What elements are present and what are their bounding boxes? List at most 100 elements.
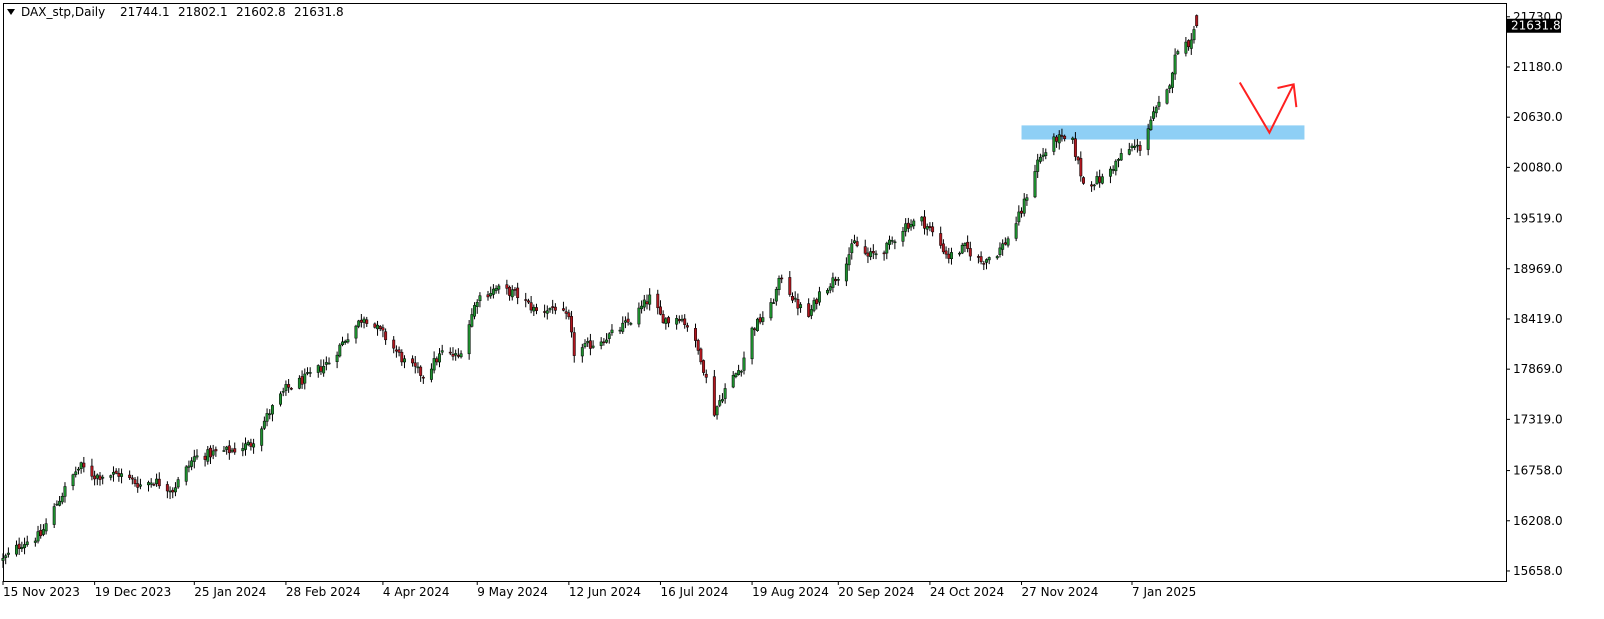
candle-body [260, 428, 264, 446]
candle-body [998, 247, 1002, 255]
candle-body [195, 455, 199, 458]
candle-body [812, 300, 816, 311]
candle-body [52, 506, 56, 525]
candle-body [281, 391, 285, 393]
candle-body [1003, 242, 1007, 245]
candle-body [607, 333, 611, 339]
candle-body [209, 447, 212, 458]
candle-body [715, 406, 719, 416]
candle-body [976, 256, 980, 258]
candle-body [1055, 136, 1059, 142]
candle-body [637, 307, 641, 325]
candle-body [173, 487, 177, 493]
candle-body [440, 350, 444, 353]
candle-body [357, 320, 361, 327]
candle-body [583, 343, 587, 347]
candle-body [1041, 154, 1045, 157]
candle-body [826, 290, 829, 294]
candle-body [1135, 144, 1139, 147]
candle-body [101, 476, 105, 479]
candle-body [888, 239, 891, 245]
candle-body [322, 365, 326, 374]
candle-body [1060, 135, 1064, 137]
candle-body [1092, 184, 1096, 187]
candle-body [233, 448, 237, 453]
candle-body [262, 420, 266, 429]
price-chart[interactable]: DAX_stp,Daily 21744.1 21802.1 21602.8 21… [0, 0, 1604, 619]
candle-body [1111, 169, 1115, 171]
candle-body [610, 329, 614, 334]
candle-body [777, 278, 781, 290]
candle-body [297, 377, 301, 389]
candle-body [796, 299, 800, 309]
candle-body [206, 449, 210, 462]
candle-body [605, 339, 609, 343]
candle-body [60, 496, 64, 503]
candle-body [36, 531, 40, 542]
candle-body [968, 248, 972, 257]
candle-body [79, 462, 83, 469]
x-tick-label: 25 Jan 2024 [194, 585, 266, 599]
candle-body [491, 288, 495, 295]
candle [699, 347, 703, 365]
candle-body [645, 301, 649, 305]
candle-body [987, 257, 991, 261]
candle-body [343, 340, 347, 343]
candle-body [985, 259, 988, 263]
symbol-label: DAX_stp,Daily [21, 5, 105, 19]
candle-body [548, 308, 552, 311]
candle-body [246, 441, 250, 445]
candle-body [694, 328, 697, 341]
candle-body [1095, 176, 1099, 185]
y-tick-label: 18969.0 [1513, 262, 1563, 276]
candle-body [532, 306, 536, 312]
candle-body [82, 462, 86, 468]
x-tick-label: 27 Nov 2024 [1022, 585, 1099, 599]
candle-body [702, 360, 706, 373]
candle-body [190, 460, 194, 467]
candle-body [1192, 29, 1196, 41]
candle-body [720, 399, 724, 402]
candle-body [1149, 119, 1153, 130]
candle-body [516, 287, 520, 299]
candle-body [25, 541, 29, 545]
candle-body [1044, 152, 1048, 156]
candle-body [931, 226, 935, 233]
candle-body [6, 552, 10, 555]
ohlc-close: 21631.8 [294, 5, 344, 19]
candle-body [906, 222, 910, 229]
candle-body [203, 455, 207, 460]
candle-body [602, 341, 606, 344]
candle-body [772, 302, 776, 304]
candle-body [316, 365, 320, 373]
candle-body [486, 294, 490, 298]
candle-body [912, 220, 916, 227]
candle-body [454, 353, 458, 356]
candle-body [1157, 101, 1161, 107]
candle-body [629, 323, 633, 325]
candle-body [1025, 197, 1029, 201]
candle-body [1, 558, 5, 561]
candle-body [928, 226, 932, 228]
candle-body [704, 373, 708, 378]
candle-body [1176, 51, 1180, 55]
candle-body [432, 358, 436, 371]
candle-body [758, 317, 762, 323]
candle-body [362, 318, 366, 323]
candle-body [489, 293, 493, 297]
candle-body [661, 314, 665, 323]
candle-body [308, 372, 312, 374]
candle-body [473, 305, 477, 317]
candle-body [623, 320, 627, 323]
y-tick-label: 16758.0 [1513, 464, 1563, 478]
candle-body [44, 523, 48, 532]
candle [1082, 176, 1085, 185]
candle [756, 317, 759, 332]
candle-body [677, 319, 681, 322]
x-tick-label: 16 Jul 2024 [660, 585, 728, 599]
x-tick-label: 7 Jan 2025 [1132, 585, 1196, 599]
ohlc-high: 21802.1 [178, 5, 228, 19]
candle-body [93, 475, 97, 480]
candle-body [1052, 136, 1056, 152]
candle-body [98, 475, 102, 480]
